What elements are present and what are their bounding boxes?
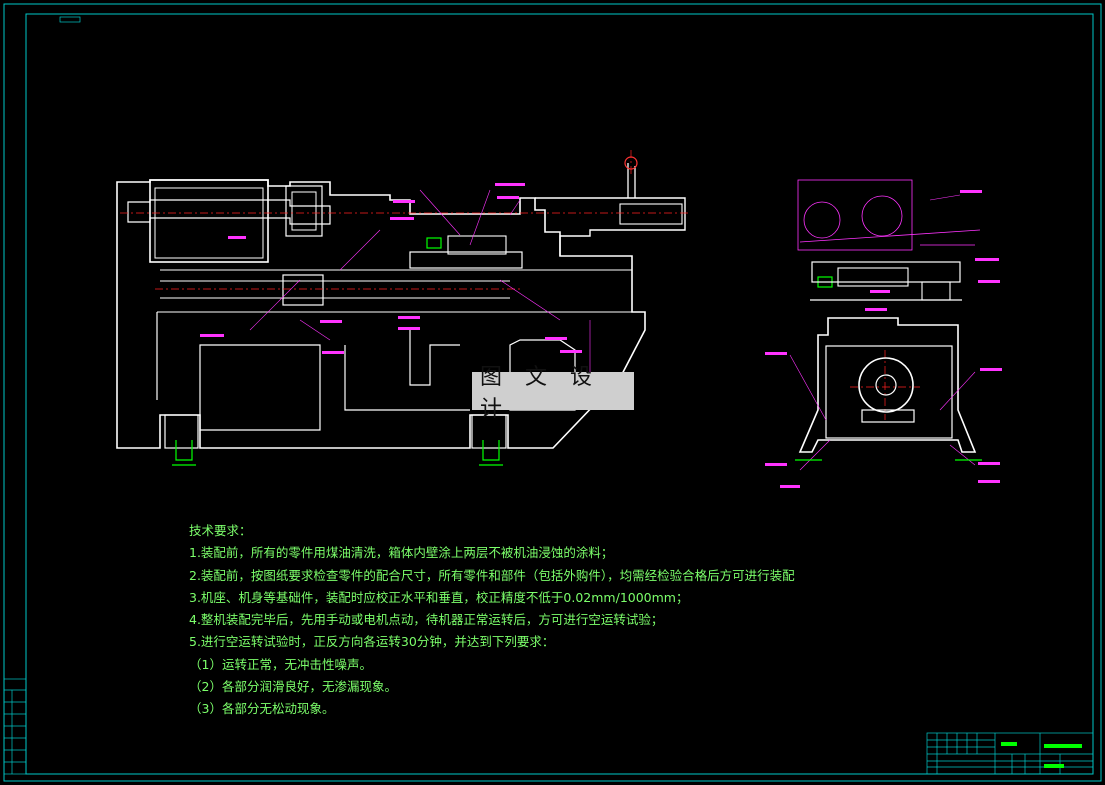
cad-drawing-canvas[interactable]: 图 文 设 计 技术要求： 1.装配前，所有的零件用煤油清洗，箱体内壁涂上两层不… (0, 0, 1105, 785)
requirement-item: （2）各部分润滑良好，无渗漏现象。 (189, 679, 397, 695)
requirement-item: 1.装配前，所有的零件用煤油清洗，箱体内壁涂上两层不被机油浸蚀的涂料； (189, 545, 614, 561)
side-view-callouts (765, 190, 1002, 488)
title-block-labels (1001, 742, 1082, 768)
corner-code-box (59, 16, 81, 23)
technical-requirements: 技术要求： 1.装配前，所有的零件用煤油清洗，箱体内壁涂上两层不被机油浸蚀的涂料… (189, 520, 795, 721)
left-margin-table (3, 678, 27, 775)
side-view-headstock (797, 179, 981, 251)
requirement-item: 2.装配前，按图纸要求检查零件的配合尺寸，所有零件和部件（包括外购件），均需经检… (189, 567, 795, 583)
watermark-stamp: 图 文 设 计 (472, 365, 634, 422)
foot-anchor-bolts (172, 237, 833, 466)
requirement-item: 5.进行空运转试验时，正反方向各运转30分钟，并达到下列要求： (189, 634, 555, 650)
requirement-item: 3.机座、机身等基础件，装配时应校正水平和垂直，校正精度不低于0.02mm/10… (189, 589, 689, 605)
title-block (926, 732, 1094, 775)
requirement-item: 4.整机装配完毕后，先用手动或电机点动，待机器正常运转后，方可进行空运转试验； (189, 612, 664, 628)
requirement-item: （1）运转正常，无冲击性噪声。 (189, 656, 372, 672)
technical-requirements-title: 技术要求： (189, 523, 252, 538)
requirement-item: （3）各部分无松动现象。 (189, 701, 335, 717)
